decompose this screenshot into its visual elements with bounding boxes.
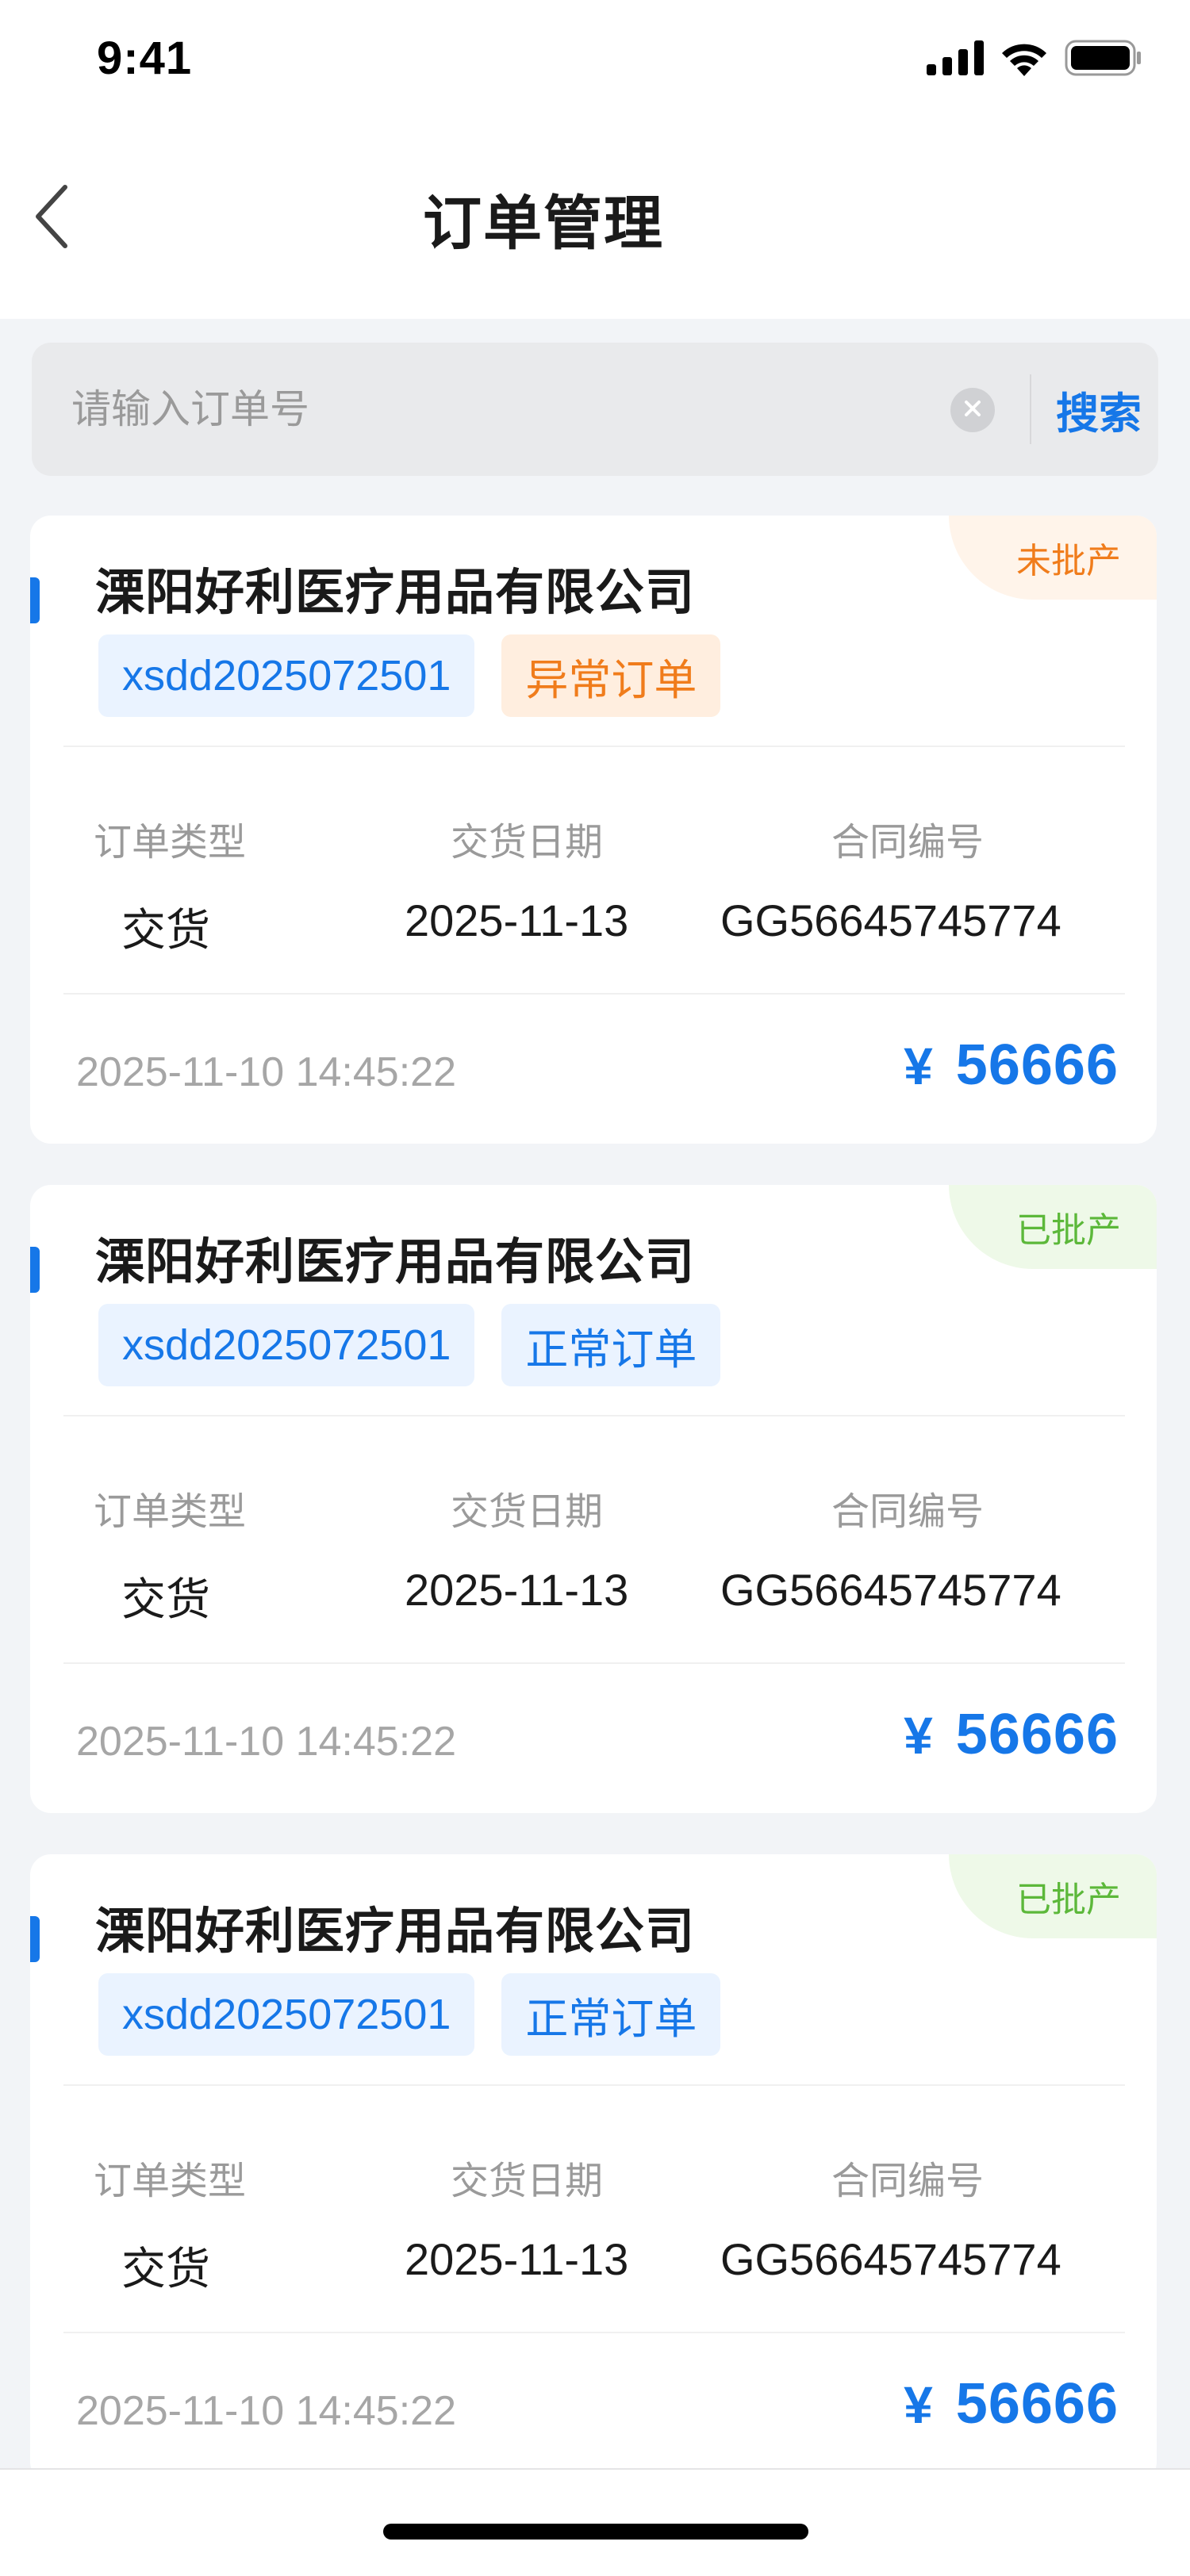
created-timestamp: 2025-11-10 14:45:22 [76, 1719, 456, 1765]
home-indicator[interactable] [383, 2524, 808, 2540]
order-kind-tag: 正常订单 [501, 1973, 721, 2056]
status-badge: 未批产 [949, 516, 1157, 600]
status-badge: 已批产 [949, 1185, 1157, 1269]
order-type-label: 订单类型 [94, 2160, 247, 2202]
order-number-tag: xsdd2025072501 [98, 634, 475, 717]
delivery-date-label: 交货日期 [451, 822, 604, 864]
order-type-value: 交货 [121, 2244, 210, 2294]
divider [63, 746, 1125, 747]
created-timestamp: 2025-11-10 14:45:22 [76, 2388, 456, 2434]
search-bar: 搜索 [32, 343, 1158, 476]
delivery-date-value: 2025-11-13 [405, 2234, 629, 2284]
order-type-value: 交货 [121, 1574, 210, 1624]
divider [63, 2332, 1125, 2333]
delivery-date-label: 交货日期 [451, 2160, 604, 2202]
order-amount: ¥ 56666 [904, 1033, 1119, 1098]
order-tags: xsdd2025072501 正常订单 [98, 1973, 721, 2056]
page-title: 订单管理 [423, 190, 664, 256]
currency-symbol: ¥ [904, 1706, 934, 1765]
order-number-tag: xsdd2025072501 [98, 1973, 475, 2056]
card-accent-bar [30, 1247, 40, 1293]
amount-value: 56666 [955, 1703, 1119, 1766]
wifi-icon [1000, 40, 1049, 80]
divider [63, 2084, 1125, 2086]
order-type-value: 交货 [121, 905, 210, 955]
currency-symbol: ¥ [904, 1037, 934, 1095]
contract-no-label: 合同编号 [831, 1491, 985, 1533]
order-number-tag: xsdd2025072501 [98, 1304, 475, 1386]
status-icons [927, 40, 1142, 79]
contract-no-value: GG56645745774 [720, 895, 1061, 945]
nav-bar: 订单管理 [0, 119, 1190, 319]
divider [63, 1662, 1125, 1664]
amount-value: 56666 [955, 1033, 1119, 1097]
order-kind-tag: 异常订单 [501, 634, 721, 717]
search-input[interactable] [71, 343, 928, 476]
contract-no-label: 合同编号 [831, 2160, 985, 2202]
created-timestamp: 2025-11-10 14:45:22 [76, 1049, 456, 1095]
order-type-label: 订单类型 [94, 1491, 247, 1533]
order-amount: ¥ 56666 [904, 1702, 1119, 1767]
delivery-date-value: 2025-11-13 [405, 1565, 629, 1615]
order-card[interactable]: 已批产 溧阳好利医疗用品有限公司 xsdd2025072501 正常订单 订单类… [30, 1854, 1157, 2482]
currency-symbol: ¥ [904, 2375, 934, 2434]
search-button[interactable]: 搜索 [1055, 343, 1142, 476]
contract-no-label: 合同编号 [831, 822, 985, 864]
status-time: 9:41 [97, 33, 193, 84]
status-bar: 9:41 [0, 0, 1190, 119]
clear-button[interactable] [950, 388, 995, 432]
company-name: 溧阳好利医疗用品有限公司 [95, 565, 696, 620]
amount-value: 56666 [955, 2372, 1119, 2436]
order-tags: xsdd2025072501 异常订单 [98, 634, 721, 717]
battery-icon [1065, 40, 1142, 80]
contract-no-value: GG56645745774 [720, 2234, 1061, 2284]
divider [63, 1415, 1125, 1416]
order-kind-tag: 正常订单 [501, 1304, 721, 1386]
search-divider [1030, 374, 1031, 444]
divider [63, 993, 1125, 995]
delivery-date-value: 2025-11-13 [405, 895, 629, 945]
company-name: 溧阳好利医疗用品有限公司 [95, 1235, 696, 1290]
delivery-date-label: 交货日期 [451, 1491, 604, 1533]
card-accent-bar [30, 1916, 40, 1962]
status-badge: 已批产 [949, 1854, 1157, 1938]
order-type-label: 订单类型 [94, 822, 247, 864]
card-accent-bar [30, 577, 40, 623]
order-card[interactable]: 未批产 溧阳好利医疗用品有限公司 xsdd2025072501 异常订单 订单类… [30, 516, 1157, 1144]
contract-no-value: GG56645745774 [720, 1565, 1061, 1615]
cellular-signal-icon [927, 40, 984, 79]
order-card[interactable]: 已批产 溧阳好利医疗用品有限公司 xsdd2025072501 正常订单 订单类… [30, 1185, 1157, 1813]
order-amount: ¥ 56666 [904, 2371, 1119, 2436]
company-name: 溧阳好利医疗用品有限公司 [95, 1904, 696, 1959]
bottom-safe-area [0, 2468, 1190, 2576]
order-tags: xsdd2025072501 正常订单 [98, 1304, 721, 1386]
close-icon [964, 400, 981, 421]
